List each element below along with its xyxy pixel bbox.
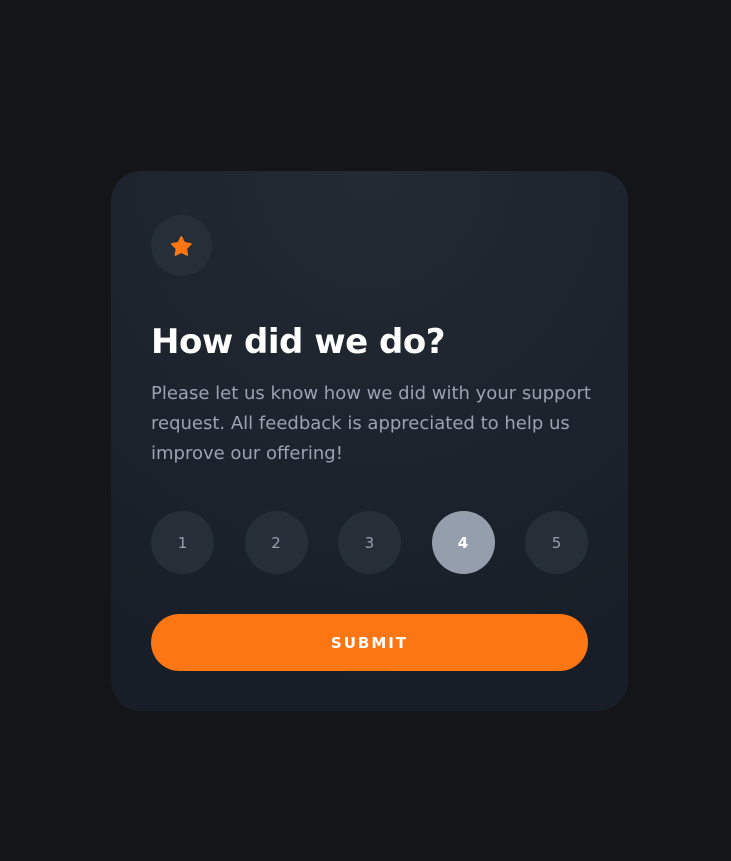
rating-option-3[interactable]: 3 bbox=[338, 511, 401, 574]
rating-options: 1 2 3 4 5 bbox=[151, 511, 588, 574]
page: How did we do? Please let us know how we… bbox=[0, 0, 731, 861]
rating-option-2[interactable]: 2 bbox=[244, 511, 308, 574]
rating-card: How did we do? Please let us know how we… bbox=[111, 171, 628, 711]
rating-option-5[interactable]: 5 bbox=[525, 511, 588, 574]
card-description: Please let us know how we did with your … bbox=[151, 383, 591, 464]
submit-button[interactable]: SUBMIT bbox=[151, 614, 588, 671]
rating-option-4[interactable]: 4 bbox=[431, 511, 495, 574]
star-icon bbox=[171, 235, 192, 256]
card-title: How did we do? bbox=[151, 322, 445, 362]
rating-option-1[interactable]: 1 bbox=[151, 511, 214, 574]
star-icon-badge bbox=[151, 215, 212, 276]
